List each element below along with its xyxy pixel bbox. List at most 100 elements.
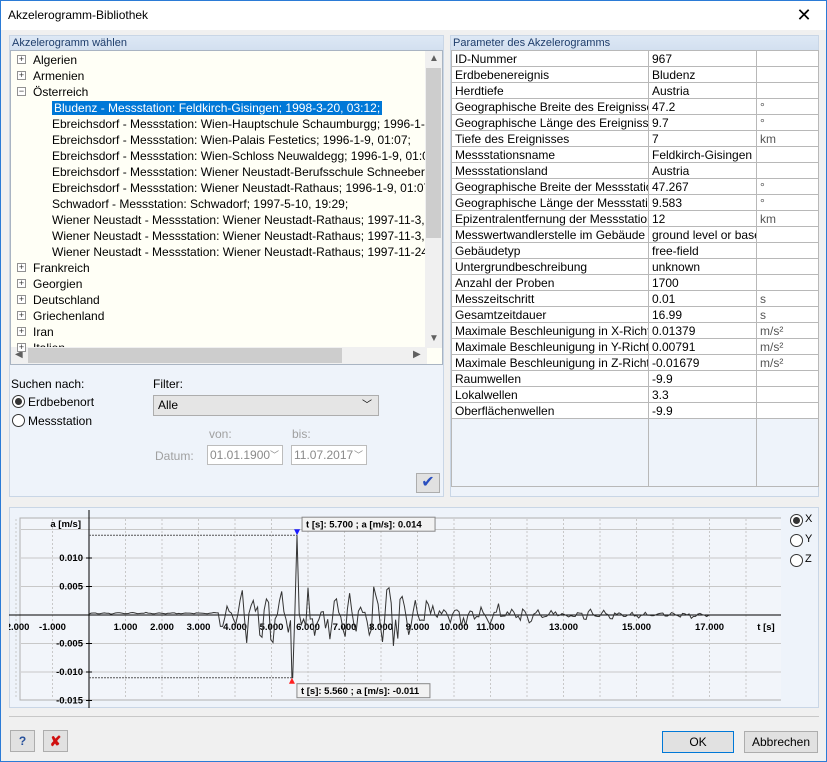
tree-item[interactable]: Ebreichsdorf - Messstation: Wien-Palais … [52, 132, 411, 148]
param-name: Maximale Beschleunigung in X-Richtun [451, 322, 649, 339]
table-row: Messwertwandlerstelle im Gebäude ground l… [451, 226, 819, 243]
tree-item[interactable]: Bludenz - Messstation: Feldkirch-Gisinge… [52, 100, 383, 116]
scroll-right-icon[interactable]: ▶ [413, 349, 421, 360]
tree-item[interactable]: Armenien [33, 68, 84, 84]
radio-erdbebenort[interactable] [12, 395, 25, 408]
delete-icon: ✘ [49, 733, 62, 749]
expand-icon[interactable]: + [17, 311, 26, 320]
param-unit: m/s² [756, 338, 819, 355]
param-unit [756, 370, 819, 387]
accelerogram-tree[interactable]: ItalienIranGriechenlandDeutschlandGeorgi… [10, 50, 443, 365]
help-icon: ? [18, 734, 27, 748]
y-tick-label: -0.005 [56, 639, 84, 650]
tree-item-label: Wiener Neustadt - Messstation: Wiener Ne… [52, 245, 443, 259]
table-row: Geographische Breite des Ereignisses 47.2… [451, 98, 819, 115]
param-value: 967 [648, 50, 757, 67]
direction-radio-y[interactable] [790, 534, 803, 547]
param-unit [756, 386, 819, 403]
param-value [648, 418, 757, 487]
expand-icon[interactable]: + [17, 279, 26, 288]
direction-radio-z[interactable] [790, 554, 803, 567]
close-icon[interactable]: ✕ [782, 1, 826, 30]
tree-item[interactable]: Schwadorf - Messstation: Schwadorf; 1997… [52, 196, 348, 212]
tree-item[interactable]: Ebreichsdorf - Messstation: Wien-Hauptsc… [52, 116, 442, 132]
tree-item-label: Österreich [33, 85, 89, 99]
filter-select[interactable]: Alle ﹀ [153, 395, 379, 416]
x-tick-label: 7.000 [333, 622, 357, 633]
scroll-up-icon[interactable]: ▲ [429, 53, 439, 64]
tree-item[interactable]: Algerien [33, 52, 77, 68]
date-to-picker[interactable]: 11.07.2017 ﹀ [291, 445, 367, 465]
param-unit: km [756, 210, 819, 227]
tree-item[interactable]: Ebreichsdorf - Messstation: Wien-Schloss… [52, 148, 439, 164]
param-value: -9.9 [648, 402, 757, 419]
vertical-scrollbar[interactable]: ▲ ▼ [425, 51, 442, 348]
param-name: Gesamtzeitdauer [451, 306, 649, 323]
expand-icon[interactable]: + [17, 263, 26, 272]
param-unit: ° [756, 114, 819, 131]
tree-item[interactable]: Ebreichsdorf - Messstation: Wiener Neust… [52, 180, 434, 196]
scrollbar-thumb[interactable] [426, 68, 441, 238]
tree-item[interactable]: Wiener Neustadt - Messstation: Wiener Ne… [52, 212, 442, 228]
ok-button[interactable]: OK [662, 731, 734, 753]
param-value: 1700 [648, 274, 757, 291]
tree-item-label: Armenien [33, 69, 85, 83]
param-value: 0.01379 [648, 322, 757, 339]
table-row: Maximale Beschleunigung in X-Richtun 0.01… [451, 322, 819, 339]
tree-item[interactable]: Ebreichsdorf - Messstation: Wiener Neust… [52, 164, 443, 180]
to-label: bis: [292, 427, 311, 441]
tree-item[interactable]: Griechenland [33, 308, 104, 324]
filter-label: Filter: [153, 377, 183, 391]
scrollbar-thumb[interactable] [28, 348, 342, 363]
direction-radio-x[interactable] [790, 514, 803, 527]
help-button[interactable]: ? [10, 730, 35, 752]
param-value: 0.01 [648, 290, 757, 307]
table-row: Epizentralentfernung der Messstation 12 km [451, 210, 819, 227]
expand-icon[interactable]: + [17, 343, 26, 352]
apply-filter-button[interactable]: ✔ [416, 473, 440, 493]
param-value: 7 [648, 130, 757, 147]
radio-messstation[interactable] [12, 414, 25, 427]
tree-item[interactable]: Österreich [33, 84, 88, 100]
param-value: Austria [648, 162, 757, 179]
tree-item[interactable]: Iran [33, 324, 54, 340]
param-name: Messstationsname [451, 146, 649, 163]
cancel-button[interactable]: Abbrechen [744, 731, 818, 753]
y-tick-label: -0.010 [56, 667, 83, 678]
table-row: Maximale Beschleunigung in Y-Richtun 0.00… [451, 338, 819, 355]
param-value: 47.267 [648, 178, 757, 195]
tree-item-label: Wiener Neustadt - Messstation: Wiener Ne… [52, 229, 443, 243]
expand-icon[interactable]: + [17, 55, 26, 64]
radio-label: Messstation [28, 414, 93, 428]
param-name: Oberflächenwellen [451, 402, 649, 419]
x-tick-label: 10.000 [439, 622, 468, 633]
param-value: 3.3 [648, 386, 757, 403]
tree-item-label: Ebreichsdorf - Messstation: Wiener Neust… [52, 165, 443, 179]
tree-item[interactable]: Georgien [33, 276, 82, 292]
param-value: 0.00791 [648, 338, 757, 355]
expand-icon[interactable]: + [17, 71, 26, 80]
tree-item[interactable]: Wiener Neustadt - Messstation: Wiener Ne… [52, 228, 443, 244]
expand-icon[interactable]: + [17, 295, 26, 304]
param-name: Untergrundbeschreibung [451, 258, 649, 275]
tree-item[interactable]: Deutschland [33, 292, 100, 308]
table-row: Tiefe des Ereignisses 7 km [451, 130, 819, 147]
collapse-icon[interactable]: − [17, 87, 26, 96]
date-from-picker[interactable]: 01.01.1900 ﹀ [207, 445, 283, 465]
horizontal-scrollbar[interactable]: ◀ ▶ [11, 347, 427, 364]
table-row: Messstationsname Feldkirch-Gisingen [451, 146, 819, 163]
param-name: Maximale Beschleunigung in Y-Richtun [451, 338, 649, 355]
table-row: ID-Nummer 967 [451, 50, 819, 67]
param-unit [756, 66, 819, 83]
tree-item[interactable]: Frankreich [33, 260, 90, 276]
table-row: Gesamtzeitdauer 16.99 s [451, 306, 819, 323]
param-unit: m/s² [756, 322, 819, 339]
scroll-down-icon[interactable]: ▼ [429, 333, 439, 344]
date-from-value: 01.01.1900 [210, 448, 271, 462]
param-unit [756, 82, 819, 99]
delete-button[interactable]: ✘ [43, 730, 68, 752]
expand-icon[interactable]: + [17, 327, 26, 336]
param-name: Geographische Länge der Messstation [451, 194, 649, 211]
tree-item[interactable]: Wiener Neustadt - Messstation: Wiener Ne… [52, 244, 443, 260]
param-unit: km [756, 130, 819, 147]
